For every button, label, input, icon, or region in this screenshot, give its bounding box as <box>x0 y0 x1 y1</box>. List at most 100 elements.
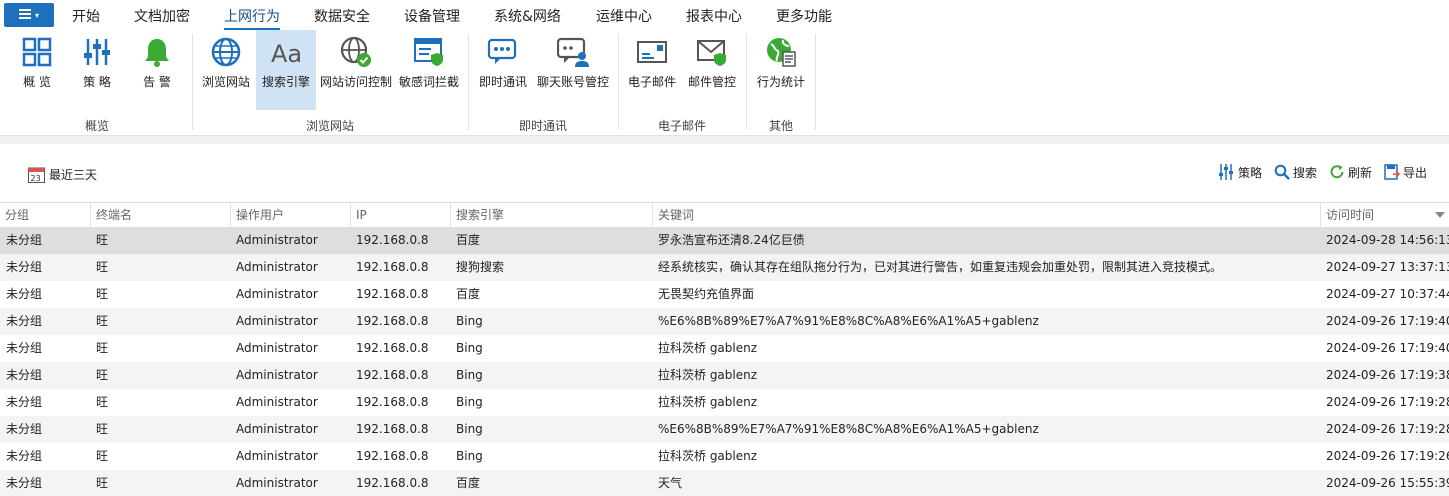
table-row[interactable]: 未分组 旺 Administrator 192.168.0.8 搜狗搜索 经系统核实，确认… <box>0 254 1449 281</box>
table-row[interactable]: 未分组 旺 Administrator 192.168.0.8 Bing %E6%8B%8… <box>0 416 1449 443</box>
column-header-keyword[interactable]: 关键词 <box>652 203 1320 227</box>
table-row[interactable]: 未分组 旺 Administrator 192.168.0.8 Bing 拉科茨桥 gab… <box>0 443 1449 470</box>
chat-account-control-button[interactable]: 聊天账号管控 <box>534 30 612 110</box>
cell-user: Administrator <box>236 260 318 274</box>
chat-bubble-icon <box>487 38 517 64</box>
cell-keyword: %E6%8B%89%E7%A7%91%E8%8C%A8%E6%A1%A5+gab… <box>658 422 1039 436</box>
email-button[interactable]: 电子邮件 <box>624 30 680 110</box>
cell-search-engine: Bing <box>456 341 483 355</box>
instant-messaging-button[interactable]: 即时通讯 <box>476 30 530 110</box>
cell-visit-time: 2024-09-28 14:56:13 <box>1326 233 1449 247</box>
overview-button[interactable]: 概 览 <box>14 30 60 110</box>
menu-tab-system-network[interactable]: 系统&网络 <box>494 6 561 26</box>
chat-account-control-button-label: 聊天账号管控 <box>536 75 609 89</box>
menu-tab-data-security[interactable]: 数据安全 <box>314 6 370 26</box>
export-toolbar-label: 导出 <box>1402 165 1427 180</box>
menu-tab-start[interactable]: 开始 <box>72 6 100 26</box>
export-toolbar-button[interactable]: 导出 <box>1384 164 1427 181</box>
search-engine-button[interactable]: Aa 搜索引擎 <box>256 30 316 110</box>
menu-tab-device-mgmt[interactable]: 设备管理 <box>404 6 460 26</box>
email-card-icon <box>637 41 667 63</box>
cell-ip: 192.168.0.8 <box>356 476 429 490</box>
web-access-control-button-label: 网站访问控制 <box>319 75 392 89</box>
column-header-terminal[interactable]: 终端名 <box>90 203 230 227</box>
cell-keyword: %E6%8B%89%E7%A7%91%E8%8C%A8%E6%A1%A5+gab… <box>658 314 1039 328</box>
strategy-button[interactable]: 策 略 <box>74 30 120 110</box>
cell-ip: 192.168.0.8 <box>356 368 429 382</box>
cell-visit-time: 2024-09-26 17:19:26 <box>1326 449 1449 463</box>
refresh-icon <box>1330 165 1344 179</box>
search-log-table: 分组 终端名 操作用户 IP 搜索引擎 关键词 访问时间 未分组旺 Adminis… <box>0 202 1449 496</box>
cell-user: Administrator <box>236 287 318 301</box>
app-menu-button[interactable]: ▾ <box>4 3 54 27</box>
cell-visit-time: 2024-09-27 13:37:13 <box>1326 260 1449 274</box>
cell-visit-time: 2024-09-27 10:37:44 <box>1326 287 1449 301</box>
column-header-user[interactable]: 操作用户 <box>230 203 350 227</box>
cell-visit-time: 2024-09-26 17:19:40 <box>1326 314 1449 328</box>
cell-ip: 192.168.0.8 <box>356 395 429 409</box>
cell-keyword: 拉科茨桥 gablenz <box>658 395 758 409</box>
sensitive-word-block-button[interactable]: 敏感词拦截 <box>396 30 462 110</box>
behavior-stats-button[interactable]: 行为统计 <box>754 30 808 110</box>
cell-ip: 192.168.0.8 <box>356 314 429 328</box>
group-separator <box>815 34 816 130</box>
menu-tab-web-behavior[interactable]: 上网行为 <box>224 6 280 30</box>
svg-text:23: 23 <box>31 174 41 183</box>
group-separator <box>746 34 747 130</box>
cell-ip: 192.168.0.8 <box>356 449 429 463</box>
browser-shield-icon <box>414 38 443 66</box>
cell-terminal: 旺 <box>96 341 109 355</box>
table-row[interactable]: 未分组 旺 Administrator 192.168.0.8 Bing 拉科茨桥 gab… <box>0 362 1449 389</box>
sliders-icon <box>1218 164 1233 180</box>
alert-button[interactable]: 告 警 <box>134 30 180 110</box>
app-menu-icon <box>19 9 31 21</box>
column-header-visit-time-label: 访问时间 <box>1326 208 1375 222</box>
cell-user: Administrator <box>236 341 318 355</box>
search-icon <box>1274 164 1290 180</box>
strategy-toolbar-button[interactable]: 策略 <box>1217 163 1262 181</box>
cell-keyword: 拉科茨桥 gablenz <box>658 341 758 355</box>
cell-ip: 192.168.0.8 <box>356 287 429 301</box>
sensitive-word-block-button-label: 敏感词拦截 <box>398 75 459 89</box>
menu-tab-report-center[interactable]: 报表中心 <box>686 6 742 26</box>
sort-desc-icon <box>1435 212 1445 218</box>
column-header-ip[interactable]: IP <box>350 203 450 227</box>
globe-report-icon <box>767 38 796 67</box>
menu-bar: ▾ 开始 文档加密 上网行为 数据安全 设备管理 系统&网络 运维中心 报表中心… <box>0 0 1449 30</box>
mail-control-button-label: 邮件管控 <box>687 75 736 89</box>
cell-keyword: 拉科茨桥 gablenz <box>658 449 758 463</box>
column-header-search-engine[interactable]: 搜索引擎 <box>450 203 652 227</box>
menu-tab-doc-encrypt[interactable]: 文档加密 <box>134 6 190 26</box>
date-filter-button[interactable]: 23 最近三天 <box>28 165 97 183</box>
column-header-visit-time[interactable]: 访问时间 <box>1320 203 1449 227</box>
web-access-control-button[interactable]: 网站访问控制 <box>318 30 394 110</box>
browse-web-button[interactable]: 浏览网站 <box>198 30 254 110</box>
table-row[interactable]: 未分组 旺 Administrator 192.168.0.8 百度 罗永浩宣布还清8.2… <box>0 227 1449 254</box>
cell-user: Administrator <box>236 314 318 328</box>
cell-group: 未分组 <box>6 395 43 409</box>
refresh-toolbar-button[interactable]: 刷新 <box>1329 164 1372 181</box>
group-label-email: 电子邮件 <box>657 119 706 133</box>
strategy-button-label: 策 略 <box>83 75 111 89</box>
mail-control-button[interactable]: 邮件管控 <box>684 30 740 110</box>
table-row[interactable]: 未分组 旺 Administrator 192.168.0.8 Bing %E6%8B%8… <box>0 308 1449 335</box>
menu-tab-ops-center[interactable]: 运维中心 <box>596 6 652 26</box>
search-toolbar-button[interactable]: 搜索 <box>1274 164 1317 181</box>
sliders-icon <box>84 39 110 65</box>
group-label-other: 其他 <box>768 119 793 133</box>
table-row[interactable]: 未分组 旺 Administrator 192.168.0.8 Bing 拉科茨桥 gab… <box>0 335 1449 362</box>
export-icon <box>1384 164 1400 180</box>
column-header-group[interactable]: 分组 <box>0 203 90 227</box>
cell-group: 未分组 <box>6 449 43 463</box>
menu-tab-more[interactable]: 更多功能 <box>776 6 832 26</box>
table-row[interactable]: 未分组 旺 Administrator 192.168.0.8 Bing 拉科茨桥 gab… <box>0 389 1449 416</box>
table-row[interactable]: 未分组 旺 Administrator 192.168.0.8 百度 天气 2024-09-… <box>0 470 1449 496</box>
cell-user: Administrator <box>236 233 318 247</box>
svg-text:Aa: Aa <box>271 40 302 68</box>
cell-search-engine: Bing <box>456 314 483 328</box>
cell-user: Administrator <box>236 368 318 382</box>
cell-search-engine: Bing <box>456 368 483 382</box>
table-row[interactable]: 未分组 旺 Administrator 192.168.0.8 百度 无畏契约充值界面 20… <box>0 281 1449 308</box>
cell-ip: 192.168.0.8 <box>356 341 429 355</box>
group-separator <box>468 34 469 130</box>
